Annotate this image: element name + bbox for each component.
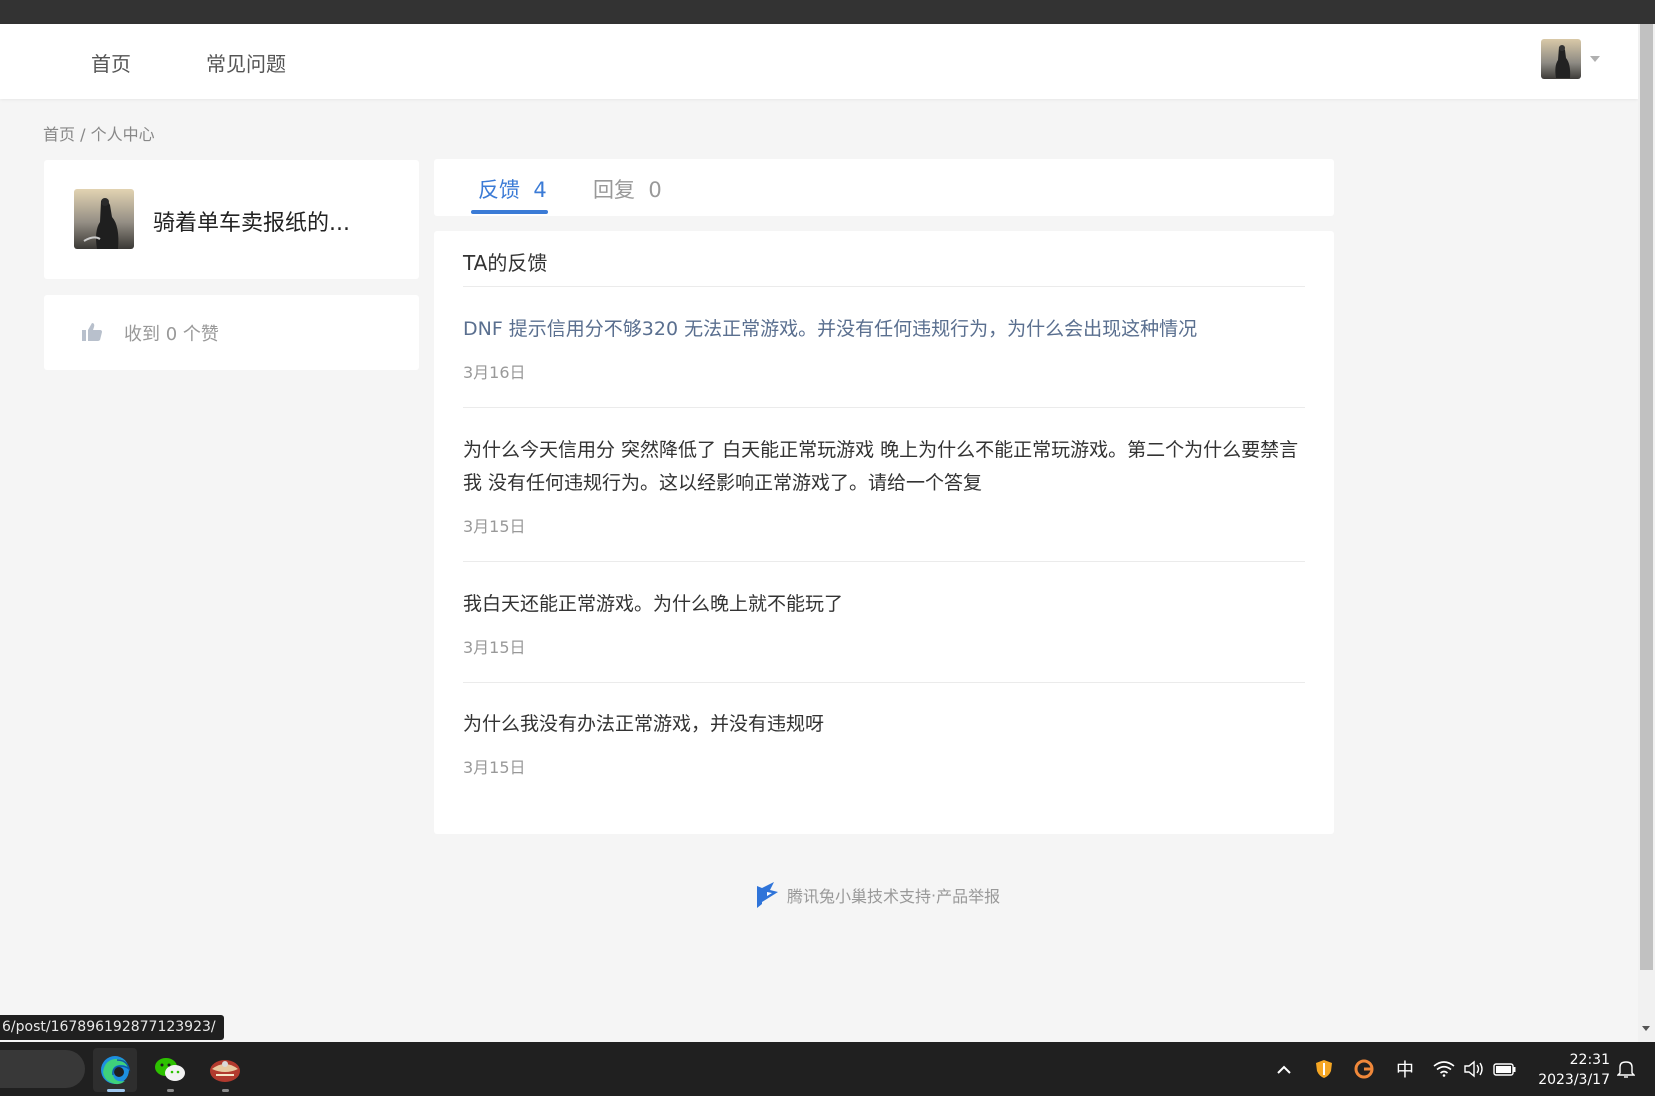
breadcrumb-current: 个人中心 [90,125,155,144]
divider [463,561,1305,562]
profile-name: 骑着单车卖报纸的... [153,211,350,236]
footer-report-link[interactable]: 产品举报 [936,883,1000,907]
nav-home[interactable]: 首页 [91,48,131,77]
edge-browser-icon[interactable] [93,1048,137,1092]
clock-time: 22:31 [1569,1052,1610,1068]
user-menu-caret-icon[interactable] [1590,56,1600,62]
security-shield-icon[interactable] [1312,1042,1336,1096]
status-url-tooltip: 6/post/167896192877123923/ [0,1015,224,1040]
system-clock[interactable]: 22:31 2023/3/17 [1530,1050,1610,1090]
clock-date: 2023/3/17 [1538,1072,1610,1088]
browser-top-strip [0,0,1655,24]
notification-icon[interactable] [1614,1042,1638,1096]
likes-card: 收到 0 个赞 [44,295,419,370]
divider [463,286,1305,287]
likes-count: 收到 0 个赞 [124,324,219,345]
battery-icon[interactable] [1492,1042,1518,1096]
list-item[interactable]: 为什么今天信用分 突然降低了 白天能正常玩游戏 晚上为什么不能正常玩游戏。第二个… [463,434,1305,537]
list-item[interactable]: 为什么我没有办法正常游戏，并没有违规呀 3月15日 [463,708,1305,778]
post-title[interactable]: 为什么我没有办法正常游戏，并没有违规呀 [463,708,1305,741]
tab-reply[interactable]: 回复 0 [593,174,662,204]
chevron-up-icon[interactable] [1272,1042,1296,1096]
wechat-icon[interactable] [148,1048,192,1092]
divider [463,407,1305,408]
tab-reply-count: 0 [648,178,662,202]
breadcrumb-separator: / [75,125,91,144]
ime-indicator[interactable]: 中 [1392,1042,1418,1096]
app-running-indicator [167,1089,174,1092]
thumbs-up-icon [82,323,102,341]
volume-icon[interactable] [1462,1042,1486,1096]
list-item[interactable]: 我白天还能正常游戏。为什么晚上就不能玩了 3月15日 [463,588,1305,658]
taskbar-search[interactable] [0,1050,85,1088]
tabs-bar: 反馈 4 回复 0 [434,159,1334,216]
profile-avatar [74,189,134,249]
list-item[interactable]: DNF 提示信用分不够320 无法正常游戏。并没有任何违规行为，为什么会出现这种… [463,313,1305,383]
divider [463,682,1305,683]
scrollbar-thumb[interactable] [1640,24,1653,970]
user-avatar[interactable] [1541,39,1581,79]
app-running-indicator [222,1089,229,1092]
profile-card: 骑着单车卖报纸的... [44,160,419,279]
txc-logo-icon [757,882,778,908]
post-title[interactable]: 我白天还能正常游戏。为什么晚上就不能玩了 [463,588,1305,621]
taskbar: 中 22:31 2023/3/17 [0,1042,1655,1096]
post-date: 3月15日 [463,758,526,777]
footer: 腾讯兔小巢技术支持 · 产品举报 [755,881,1000,909]
breadcrumb-home[interactable]: 首页 [43,125,75,144]
dnf-game-icon[interactable] [203,1048,247,1092]
feedback-list: TA的反馈 DNF 提示信用分不够320 无法正常游戏。并没有任何违规行为，为什… [434,231,1334,834]
nav-faq[interactable]: 常见问题 [206,48,286,77]
page-scrollbar[interactable] [1638,24,1655,1042]
tab-feedback[interactable]: 反馈 4 [478,174,547,204]
active-app-indicator [107,1089,125,1092]
tab-feedback-count: 4 [533,178,547,202]
post-date: 3月15日 [463,517,526,536]
post-title[interactable]: DNF 提示信用分不够320 无法正常游戏。并没有任何违规行为，为什么会出现这种… [463,313,1305,346]
site-header: 首页 常见问题 [0,24,1638,99]
tab-feedback-label: 反馈 [478,178,520,202]
scroll-down-icon[interactable] [1642,1026,1650,1031]
breadcrumb: 首页 / 个人中心 [43,121,155,145]
sync-app-icon[interactable] [1352,1042,1376,1096]
post-title[interactable]: 为什么今天信用分 突然降低了 白天能正常玩游戏 晚上为什么不能正常玩游戏。第二个… [463,434,1305,500]
active-tab-indicator [471,210,548,214]
post-date: 3月15日 [463,638,526,657]
list-title: TA的反馈 [463,251,548,275]
footer-support-link[interactable]: 腾讯兔小巢技术支持 [787,883,931,907]
wifi-icon[interactable] [1432,1042,1456,1096]
post-date: 3月16日 [463,363,526,382]
tab-reply-label: 回复 [593,178,635,202]
